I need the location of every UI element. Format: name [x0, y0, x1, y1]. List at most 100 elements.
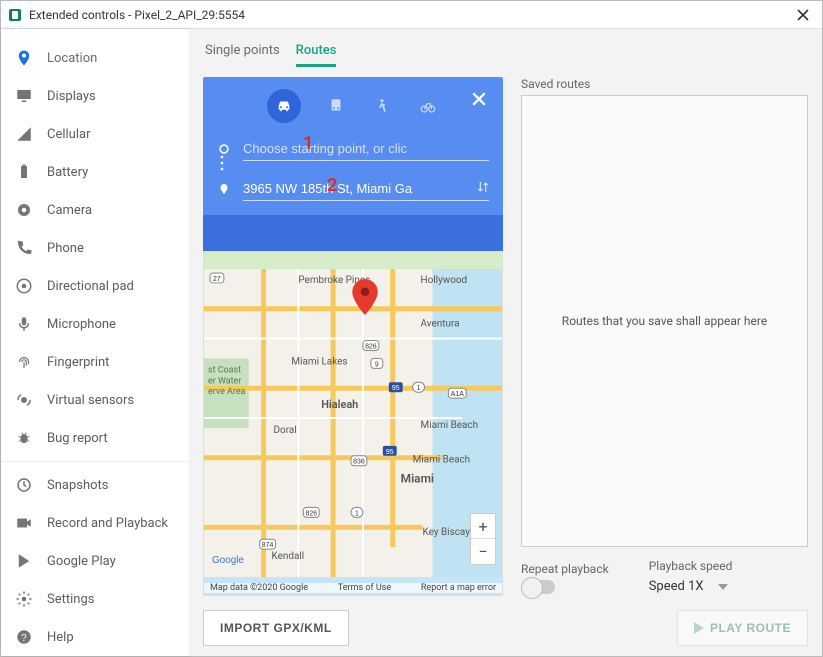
window-close[interactable] [790, 8, 816, 22]
right-column: Saved routes Routes that you save shall … [521, 77, 808, 646]
route-panel-footer [203, 215, 503, 251]
sidebar-item-label: Displays [47, 89, 96, 104]
mode-walk-icon[interactable] [371, 95, 393, 117]
dest-input[interactable] [243, 177, 489, 201]
panels: 1 2 [203, 77, 808, 646]
svg-text:Miami Lakes: Miami Lakes [291, 356, 347, 367]
sidebar-separator [1, 461, 189, 462]
sidebar-item-label: Cellular [47, 127, 90, 142]
bug-icon [15, 429, 33, 447]
play-route-button[interactable]: PLAY ROUTE [677, 610, 808, 646]
sidebar-item-mic[interactable]: Microphone [1, 305, 189, 343]
sidebar-item-label: Fingerprint [47, 355, 109, 370]
svg-text:erve Area: erve Area [208, 387, 246, 397]
sidebar-item-battery[interactable]: Battery [1, 153, 189, 191]
chevron-down-icon [718, 584, 728, 590]
sidebar-item-help[interactable]: ? Help [1, 618, 189, 656]
window-title: Extended controls - Pixel_2_API_29:5554 [29, 8, 790, 22]
sidebar-item-location[interactable]: Location [1, 39, 189, 77]
svg-text:95: 95 [392, 385, 400, 392]
play-button-row: PLAY ROUTE [521, 610, 808, 646]
titlebar: Extended controls - Pixel_2_API_29:5554 [1, 1, 822, 29]
svg-text:836: 836 [353, 459, 365, 466]
route-panel: 1 2 [203, 77, 503, 215]
route-close-icon[interactable] [471, 91, 487, 107]
sidebar-item-label: Bug report [47, 431, 108, 446]
sidebar-item-camera[interactable]: Camera [1, 191, 189, 229]
content: Single points Routes [189, 29, 822, 656]
map-terms-link[interactable]: Terms of Use [338, 583, 391, 593]
map-report-link[interactable]: Report a map error [421, 583, 496, 593]
svg-text:874: 874 [262, 542, 274, 549]
start-input[interactable] [243, 137, 489, 161]
play-icon [15, 552, 33, 570]
svg-text:Kendall: Kendall [272, 551, 305, 562]
record-icon [15, 514, 33, 532]
start-input-row: 1 [217, 137, 489, 161]
zoom-out-button[interactable]: − [471, 539, 495, 564]
swap-icon[interactable] [475, 179, 491, 195]
sidebar-item-label: Location [47, 51, 97, 66]
sidebar-item-label: Microphone [47, 317, 116, 332]
tabs: Single points Routes [203, 39, 808, 77]
cellular-icon [15, 125, 33, 143]
saved-routes-empty-text: Routes that you save shall appear here [562, 314, 767, 328]
repeat-label: Repeat playback [521, 562, 609, 576]
map[interactable]: Pembroke Pines Hollywood Aventura Miami … [203, 251, 503, 596]
displays-icon [15, 87, 33, 105]
play-route-label: PLAY ROUTE [710, 621, 791, 635]
sidebar-item-label: Battery [47, 165, 88, 180]
snapshots-icon [15, 476, 33, 494]
sidebar-item-settings[interactable]: Settings [1, 580, 189, 618]
tab-routes[interactable]: Routes [296, 43, 337, 67]
repeat-toggle[interactable] [521, 580, 555, 594]
sensors-icon [15, 391, 33, 409]
play-triangle-icon [694, 622, 704, 634]
annotation-2: 2 [327, 175, 337, 196]
sidebar-item-displays[interactable]: Displays [1, 77, 189, 115]
sidebar-item-googleplay[interactable]: Google Play [1, 542, 189, 580]
zoom-in-button[interactable]: + [471, 514, 495, 539]
speed-label: Playback speed [649, 559, 808, 573]
settings-icon [15, 590, 33, 608]
sidebar-item-record[interactable]: Record and Playback [1, 504, 189, 542]
svg-text:9: 9 [375, 361, 379, 368]
app-icon [7, 7, 23, 23]
saved-routes-label: Saved routes [521, 77, 808, 91]
sidebar-item-phone[interactable]: Phone [1, 229, 189, 267]
svg-text:er Water: er Water [208, 376, 241, 386]
svg-text:27: 27 [213, 276, 221, 283]
start-point-icon [217, 144, 231, 154]
sidebar-item-bugreport[interactable]: Bug report [1, 419, 189, 457]
sidebar-item-label: Directional pad [47, 279, 134, 294]
sidebar-item-dpad[interactable]: Directional pad [1, 267, 189, 305]
sidebar-item-label: Help [47, 630, 74, 645]
svg-text:A1A: A1A [451, 391, 464, 398]
sidebar-item-sensors[interactable]: Virtual sensors [1, 381, 189, 419]
dpad-icon [15, 277, 33, 295]
speed-group: Playback speed Speed 1X [649, 559, 808, 596]
sidebar-item-label: Settings [47, 592, 94, 607]
svg-text:st Coast: st Coast [208, 365, 241, 375]
camera-icon [15, 201, 33, 219]
sidebar-item-snapshots[interactable]: Snapshots [1, 466, 189, 504]
sidebar-item-fingerprint[interactable]: Fingerprint [1, 343, 189, 381]
svg-text:Miami Beach: Miami Beach [413, 455, 471, 466]
repeat-group: Repeat playback [521, 562, 609, 594]
sidebar-item-label: Record and Playback [47, 516, 168, 531]
mode-car-icon[interactable] [267, 89, 301, 123]
tab-single-points[interactable]: Single points [205, 43, 280, 67]
import-gpx-button[interactable]: IMPORT GPX/KML [203, 610, 349, 646]
mode-transit-icon[interactable] [325, 95, 347, 117]
svg-text:?: ? [21, 633, 27, 644]
sidebar-item-cellular[interactable]: Cellular [1, 115, 189, 153]
phone-icon [15, 239, 33, 257]
speed-value: Speed 1X [649, 579, 704, 594]
map-attribution: Map data ©2020 Google [210, 583, 308, 593]
waypoint-dots-icon [220, 155, 224, 171]
svg-text:Doral: Doral [274, 425, 297, 436]
speed-select[interactable]: Speed 1X [649, 577, 808, 596]
battery-icon [15, 163, 33, 181]
mode-bike-icon[interactable] [417, 95, 439, 117]
svg-text:Google: Google [212, 555, 244, 566]
